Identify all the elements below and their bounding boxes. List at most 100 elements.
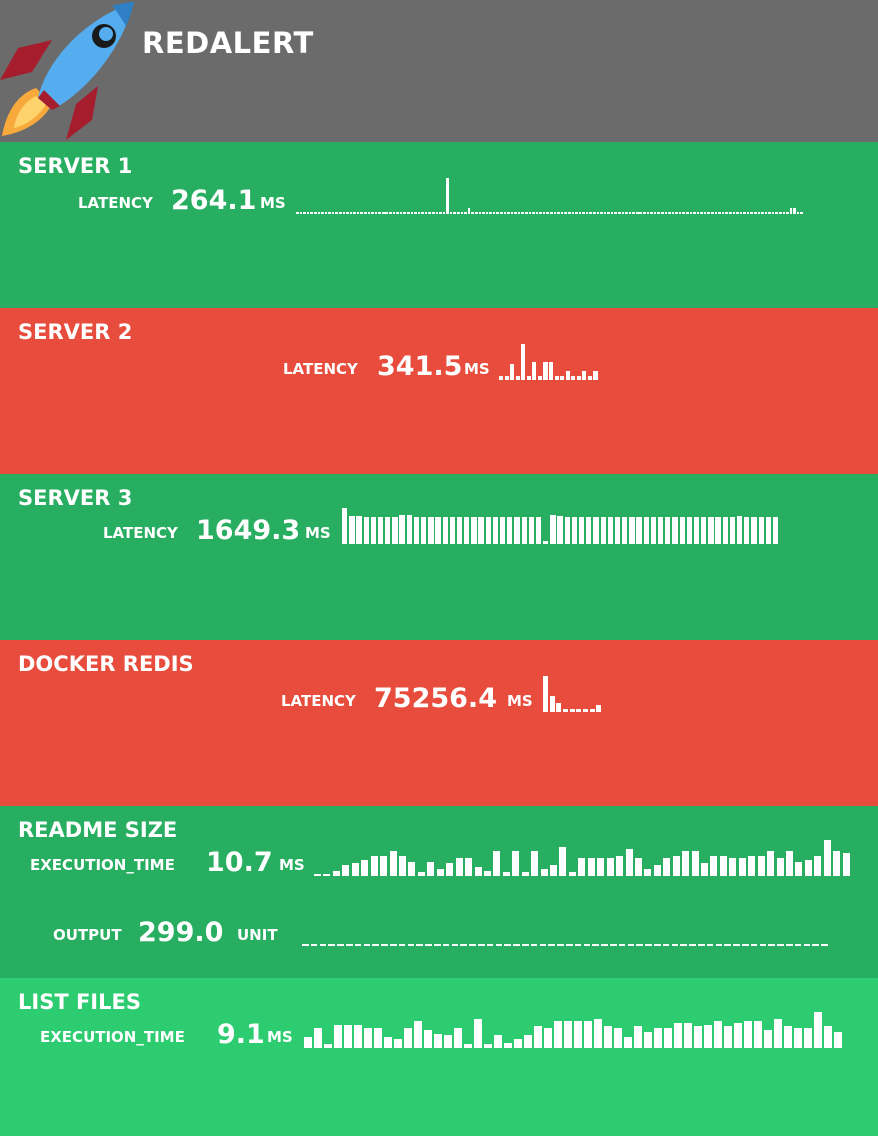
sparkline-bar [557, 212, 560, 214]
sparkline-bar [569, 709, 575, 712]
sparkline-bar [785, 850, 793, 876]
sparkline-bar [733, 944, 740, 946]
sparkline-bar [367, 212, 371, 214]
metric-label: LATENCY [281, 692, 356, 710]
sparkline-bar [715, 517, 721, 544]
sparkline-bar [722, 517, 728, 544]
sparkline-bar [597, 858, 605, 876]
sparkline-bar [543, 541, 549, 544]
sparkline-bar [660, 212, 664, 214]
sparkline-bar [693, 212, 696, 214]
sparkline-bar [751, 517, 757, 544]
sparkline-bar [361, 859, 369, 876]
sparkline-bar [449, 212, 453, 214]
sparkline-bar [364, 212, 367, 214]
sparkline-bar [346, 212, 349, 214]
sparkline-bar [566, 944, 573, 946]
sparkline-bar [653, 865, 661, 876]
sparkline-bar [689, 212, 693, 214]
sparkline-bar [515, 376, 520, 380]
sparkline-bar [403, 212, 406, 214]
sparkline-bar [500, 517, 506, 544]
sparkline-bar [399, 515, 405, 544]
sparkline-bar [457, 212, 460, 214]
sparkline-bar [568, 872, 576, 876]
sparkline-bar [408, 861, 416, 876]
sparkline-bar [370, 517, 377, 544]
sparkline-bar [398, 944, 406, 946]
sparkline-bar [583, 944, 591, 946]
sparkline-bar [624, 1037, 632, 1048]
sparkline-bar [455, 858, 463, 876]
sparkline-bar [693, 517, 700, 544]
sparkline-bar [353, 212, 356, 214]
sparkline-bar [503, 212, 507, 214]
sparkline-bar [789, 207, 793, 214]
sparkline-bar [514, 517, 520, 544]
sparkline-bar [724, 944, 731, 946]
sparkline-bar [679, 517, 685, 544]
sparkline-bar [534, 1026, 542, 1048]
sparkline-bar [614, 1028, 622, 1048]
sparkline-bar [356, 515, 362, 544]
sparkline-bar [351, 863, 359, 876]
sparkline-bar [342, 865, 350, 876]
sparkline-bar [512, 850, 520, 876]
sparkline-bar [390, 944, 397, 946]
sparkline-bar [744, 1021, 752, 1048]
sparkline-bar [585, 212, 589, 214]
sparkline-bar [313, 212, 317, 214]
sparkline-bar [786, 944, 793, 946]
sparkline-bar [650, 517, 657, 544]
sparkline-bar [531, 850, 539, 876]
sparkline-bar [337, 944, 344, 946]
sparkline-bar [600, 212, 603, 214]
sparkline-bar [302, 944, 309, 946]
sparkline-bar [564, 517, 570, 544]
sparkline-bar [467, 207, 471, 214]
sparkline-bar [634, 1026, 642, 1048]
sparkline-bar [724, 1026, 732, 1048]
sparkline-bar [435, 517, 441, 544]
sparkline-bar [803, 944, 811, 946]
sparkline-bar [464, 517, 470, 544]
sparkline-bar [636, 944, 643, 946]
sparkline-bar [385, 517, 391, 544]
metric-unit: MS [507, 692, 533, 710]
sparkline-bar [601, 944, 608, 946]
app-title: REDALERT [142, 26, 314, 60]
sparkline-bar [324, 212, 328, 214]
sparkline-bar [356, 212, 360, 214]
sparkline-bar [482, 212, 485, 214]
sparkline-bar [587, 858, 595, 876]
sparkline-bar [772, 517, 779, 544]
sparkline-bar [753, 212, 757, 214]
sparkline-bar [465, 858, 473, 876]
sparkline-bar [550, 515, 556, 544]
sparkline-bar [625, 849, 633, 876]
sparkline-bar [618, 212, 621, 214]
sparkline-bar [299, 212, 303, 214]
sparkline-bar [784, 1026, 792, 1048]
sparkline-bar [654, 944, 661, 946]
sparkline-bar [427, 861, 435, 876]
sparkline-bar [372, 944, 379, 946]
sparkline-bar [782, 212, 786, 214]
sparkline-bar [628, 212, 632, 214]
execution-time-sparkline [314, 840, 852, 876]
sparkline-bar [578, 858, 586, 876]
sparkline-bar [521, 517, 527, 544]
metric-label: LATENCY [283, 360, 358, 378]
metric-label: LATENCY [78, 194, 153, 212]
sparkline-bar [525, 212, 528, 214]
sparkline-bar [354, 1024, 362, 1048]
sparkline-bar [399, 212, 403, 214]
sparkline-bar [750, 944, 758, 946]
sparkline-bar [668, 212, 671, 214]
sparkline-bar [596, 704, 602, 712]
sparkline-bar [634, 858, 642, 876]
sparkline-bar [603, 212, 607, 214]
sparkline-bar [550, 865, 558, 876]
sparkline-bar [434, 1033, 442, 1048]
metric-value: 75256.4 [374, 683, 497, 714]
